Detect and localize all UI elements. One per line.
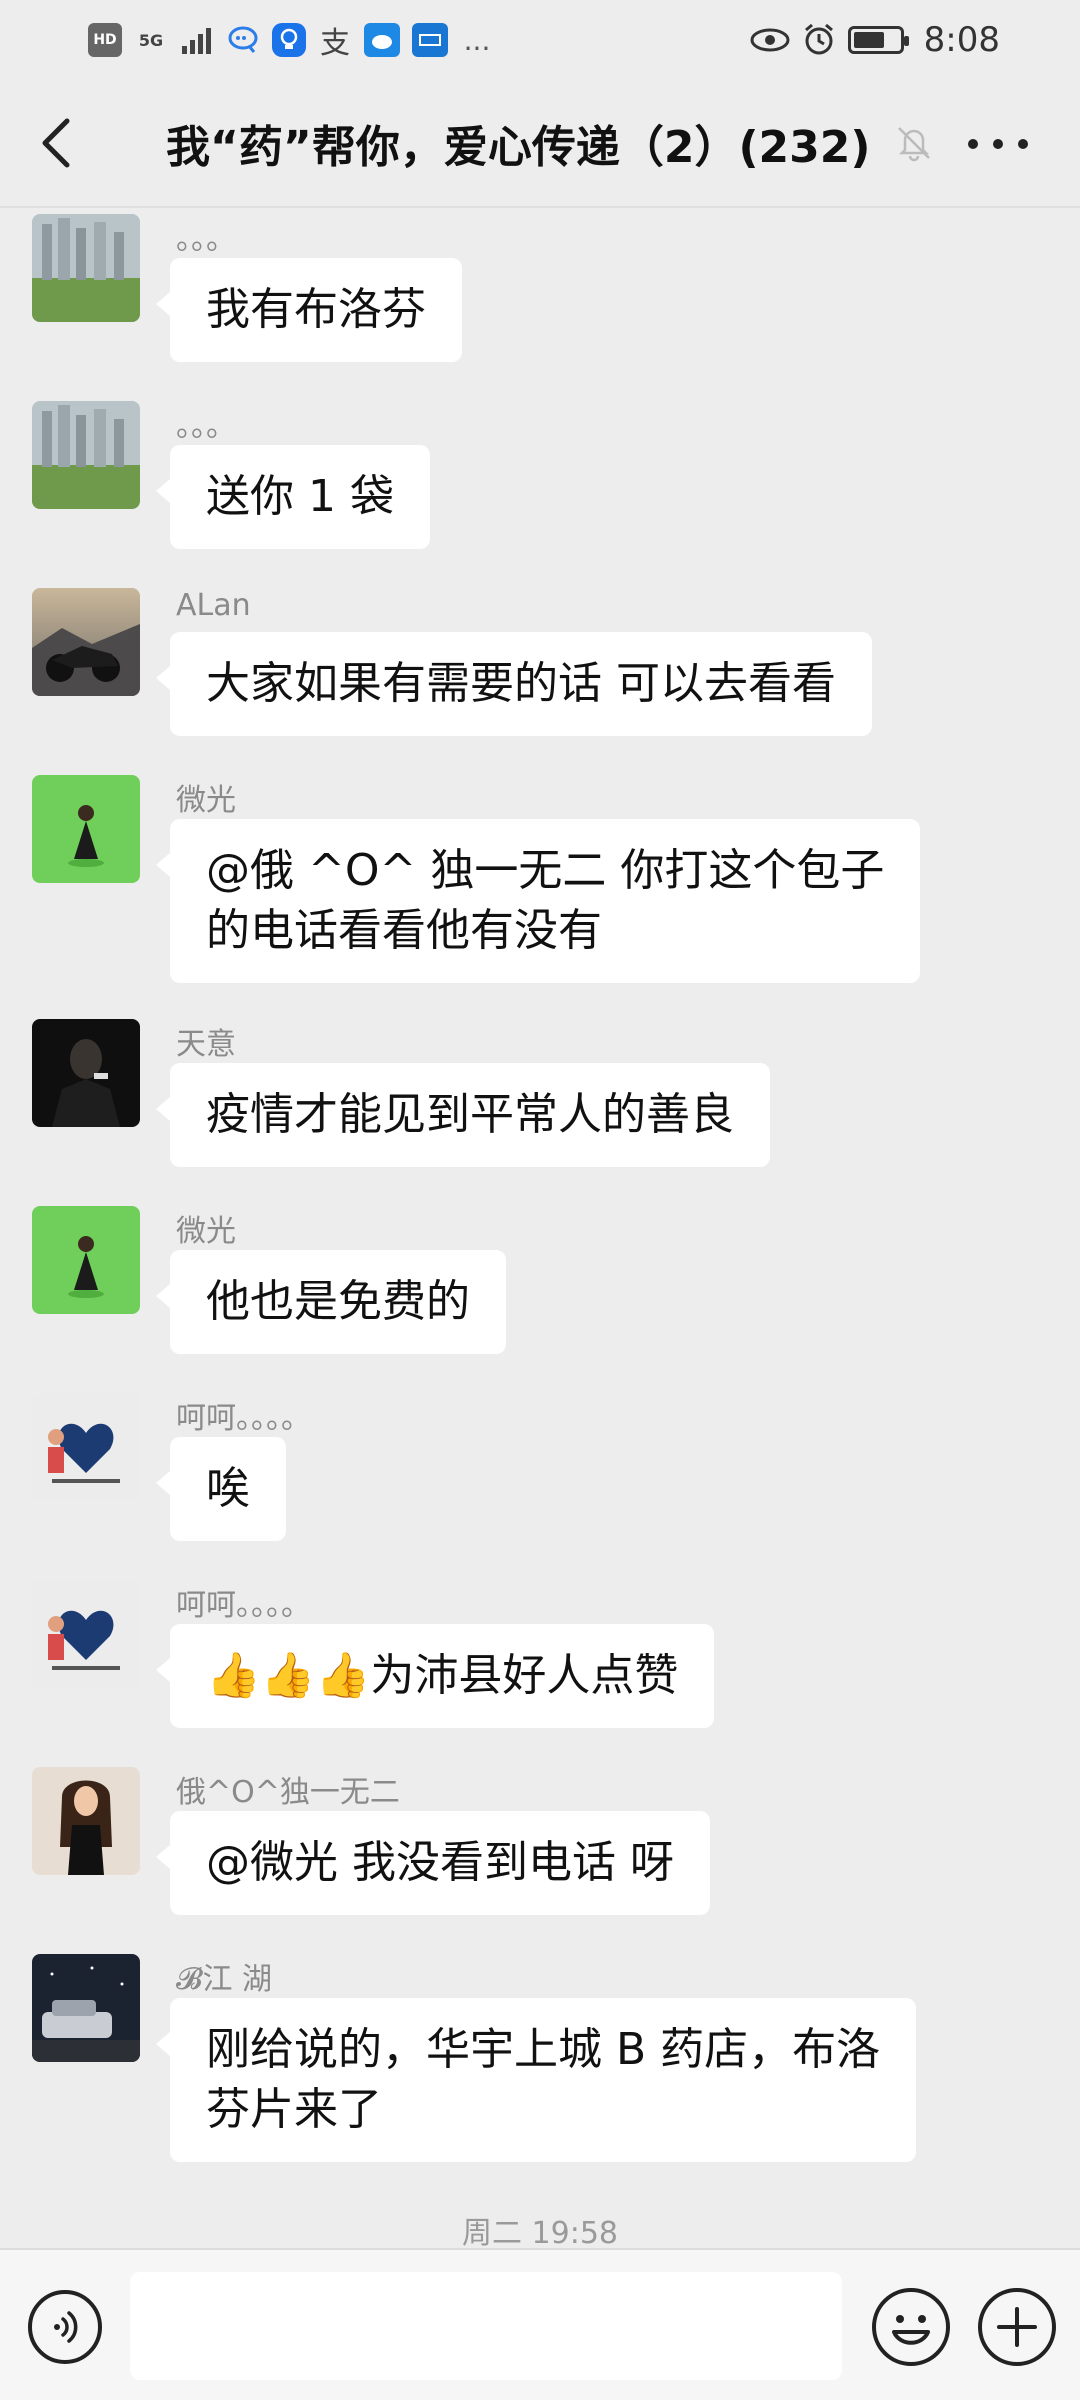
emoji-button[interactable] — [872, 2288, 950, 2366]
5g-icon: 5G — [138, 30, 164, 50]
sender-name: 微光 — [176, 783, 236, 818]
message-bubble[interactable]: @俄 ^O^ 独一无二 你打这个包子 的电话看看他有没有 — [155, 819, 921, 983]
status-bar-right: 8:08 — [750, 20, 1000, 60]
avatar[interactable] — [32, 1580, 140, 1688]
input-bar — [0, 2248, 1080, 2400]
chevron-left-icon — [42, 118, 70, 168]
hd-icon: HD — [88, 23, 122, 57]
avatar[interactable] — [32, 775, 140, 883]
back-button[interactable] — [0, 79, 110, 207]
more-dot — [968, 139, 978, 149]
bell-off-icon — [893, 122, 935, 164]
sender-name: 呵呵。。。。 — [176, 1401, 311, 1436]
more-dot — [993, 139, 1003, 149]
voice-button[interactable] — [28, 2290, 102, 2364]
sender-name: 俄^O^独一无二 — [176, 1775, 400, 1810]
avatar[interactable] — [32, 214, 140, 322]
chat-title: 我“药”帮你，爱心传递（2）(232) — [166, 122, 871, 173]
sender-name: 。。。 — [176, 222, 236, 257]
message-bubble[interactable]: 刚给说的，华宇上城 B 药店，布洛 芬片来了 — [155, 1998, 917, 2162]
sender-name: ALan — [176, 588, 251, 623]
avatar[interactable] — [32, 1393, 140, 1501]
message-line: @俄 ^O^ 独一无二 你打这个包子 — [206, 845, 885, 896]
voice-icon — [54, 2311, 78, 2343]
message-bubble[interactable]: 疫情才能见到平常人的善良 — [156, 1063, 770, 1167]
avatar[interactable] — [32, 401, 140, 509]
message-bubble[interactable]: 送你 1 袋 — [156, 445, 430, 549]
message-bubble[interactable]: @微光 我没看到电话 呀 — [156, 1811, 710, 1915]
eye-icon — [750, 23, 790, 57]
more-button[interactable] — [968, 120, 1028, 168]
message-line: 刚给说的，华宇上城 B 药店，布洛 — [206, 2024, 881, 2075]
chat-bubble-icon — [226, 23, 260, 57]
plus-button[interactable] — [978, 2288, 1056, 2366]
message-bubble[interactable]: 他也是免费的 — [156, 1250, 506, 1354]
chat-area[interactable]: 。。。 我有布洛芬 。。。 送你 1 袋 ALan 大家如果有需要的话 可以去看… — [0, 210, 1080, 2248]
signal-icon — [180, 23, 214, 57]
status-time: 8:08 — [923, 20, 1000, 60]
avatar[interactable] — [32, 1019, 140, 1127]
message-line: 芬片来了 — [206, 2084, 382, 2135]
more-status-icon: ... — [463, 23, 491, 57]
alarm-icon — [802, 23, 836, 57]
battery-icon — [847, 26, 909, 54]
message-timestamp: 周二 19:58 — [462, 2216, 618, 2248]
sender-name: 微光 — [176, 1214, 236, 1249]
message-bubble[interactable]: 大家如果有需要的话 可以去看看 — [156, 632, 872, 736]
avatar[interactable] — [32, 1767, 140, 1875]
more-dot — [1018, 139, 1028, 149]
message-bubble[interactable]: 唉 — [156, 1437, 286, 1541]
weibo-icon — [364, 23, 400, 57]
bulb-icon — [272, 23, 306, 57]
sender-name: 呵呵。。。。 — [176, 1588, 311, 1623]
avatar[interactable] — [32, 588, 140, 696]
alipay-icon: 支 — [320, 26, 350, 61]
message-bubble[interactable]: 👍👍👍为沛县好人点赞 — [155, 1624, 715, 1728]
plus-icon — [997, 2307, 1037, 2347]
sender-name: 。。。 — [176, 409, 236, 444]
news-icon — [412, 23, 448, 57]
avatar[interactable] — [32, 1206, 140, 1314]
sender-name: 天意 — [176, 1027, 236, 1062]
message-line: 的电话看看他有没有 — [206, 905, 602, 956]
avatar[interactable] — [32, 1954, 140, 2062]
message-bubble[interactable]: 我有布洛芬 — [156, 258, 462, 362]
status-bar: HD 5G 支 ... 8:08 — [0, 0, 1080, 80]
chat-header: 我“药”帮你，爱心传递（2）(232) — [0, 80, 1080, 208]
sender-name: 𝓑江 湖 — [176, 1962, 272, 1997]
emoji-icon — [892, 2315, 930, 2345]
message-input[interactable] — [130, 2272, 842, 2380]
status-bar-left: HD 5G 支 ... — [88, 23, 494, 61]
